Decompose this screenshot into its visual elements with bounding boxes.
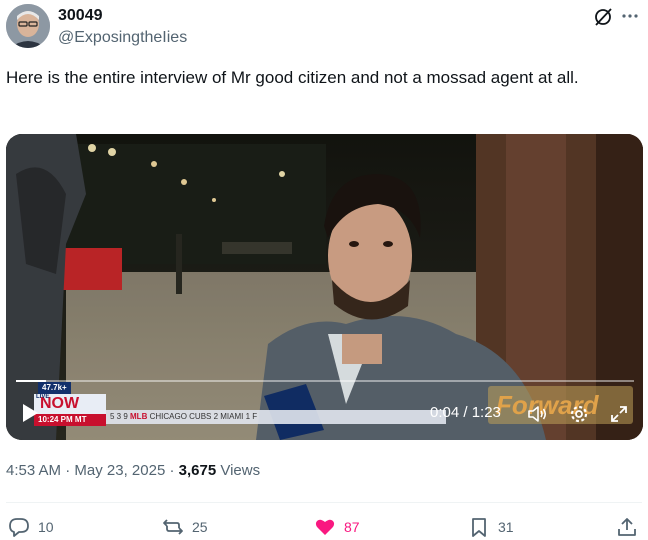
volume-icon[interactable] bbox=[526, 403, 548, 425]
meta-separator-2: · bbox=[169, 462, 175, 479]
score-ticker: 5 3 9 MLB CHICAGO CUBS 2 MIAMI 1 F bbox=[106, 410, 446, 424]
avatar[interactable] bbox=[6, 4, 50, 48]
reply-icon bbox=[9, 518, 29, 537]
like-button[interactable]: 87 bbox=[314, 516, 360, 538]
repost-count: 25 bbox=[192, 519, 208, 535]
ticker-league: MLB bbox=[130, 412, 148, 421]
repost-icon bbox=[163, 519, 183, 535]
share-icon bbox=[618, 518, 636, 536]
divider bbox=[6, 502, 642, 503]
heart-icon bbox=[315, 519, 335, 535]
reply-button[interactable]: 10 bbox=[8, 516, 54, 538]
repost-button[interactable]: 25 bbox=[162, 516, 208, 538]
action-bar: 10 25 87 31 bbox=[6, 516, 642, 540]
bookmark-count: 31 bbox=[498, 519, 514, 535]
video-time: 0:04 / 1:23 bbox=[430, 404, 501, 421]
reply-count: 10 bbox=[38, 519, 54, 535]
views-label: Views bbox=[220, 462, 261, 479]
bookmark-button[interactable]: 31 bbox=[468, 516, 514, 538]
views-count: 3,675 bbox=[178, 462, 217, 479]
ticker-scores: CHICAGO CUBS 2 MIAMI 1 F bbox=[149, 412, 258, 421]
video-player[interactable]: 47.7k+ NOW LIVE 10:24 PM MT 5 3 9 MLB CH… bbox=[6, 134, 643, 440]
tweet-date[interactable]: May 23, 2025 bbox=[74, 462, 165, 479]
author-handle[interactable]: @ExposingtheIies bbox=[58, 29, 187, 47]
tweet-header: 30049 @ExposingtheIies bbox=[6, 4, 642, 52]
meta-separator: · bbox=[65, 462, 71, 479]
more-icon[interactable] bbox=[620, 6, 640, 26]
tweet-text: Here is the entire interview of Mr good … bbox=[6, 68, 579, 87]
grok-icon[interactable] bbox=[592, 6, 614, 28]
ticker-prefix: 5 3 9 bbox=[110, 412, 131, 421]
video-progress-fill bbox=[16, 380, 46, 382]
tweet-meta: 4:53 AM · May 23, 2025 · 3,675 Views bbox=[6, 462, 260, 479]
gear-icon[interactable] bbox=[568, 403, 590, 425]
play-icon[interactable] bbox=[20, 402, 40, 424]
expand-icon[interactable] bbox=[609, 404, 629, 424]
tweet-time[interactable]: 4:53 AM bbox=[6, 462, 61, 479]
share-button[interactable] bbox=[616, 516, 638, 538]
live-label: LIVE bbox=[36, 394, 50, 400]
author-display-name[interactable]: 30049 bbox=[58, 7, 103, 25]
bookmark-icon bbox=[472, 518, 486, 537]
live-news-badge: 47.7k+ NOW LIVE 10:24 PM MT bbox=[34, 382, 114, 432]
broadcast-time-label: 10:24 PM MT bbox=[34, 414, 106, 426]
temperature-label: 47.7k+ bbox=[38, 382, 71, 394]
like-count: 87 bbox=[344, 519, 360, 535]
video-progress-bar[interactable] bbox=[16, 380, 634, 382]
